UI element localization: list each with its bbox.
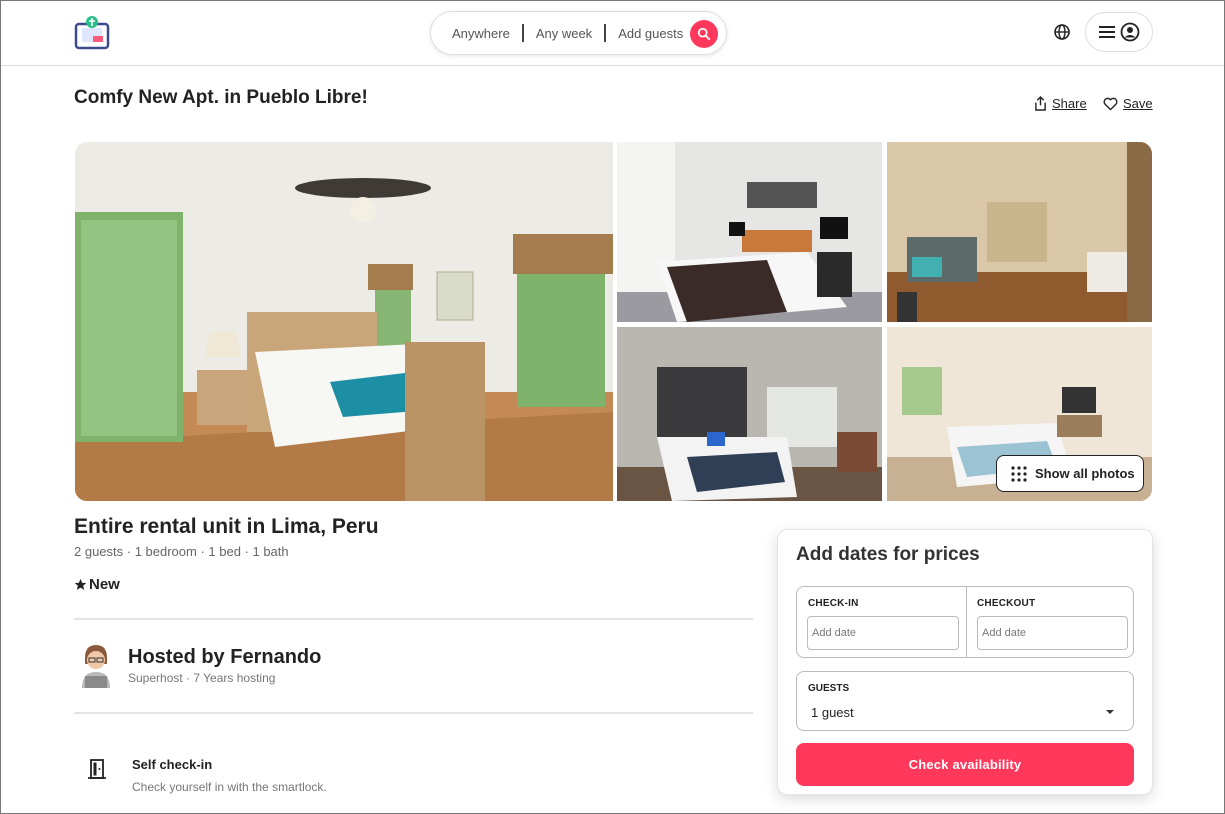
heart-icon xyxy=(1103,97,1118,110)
door-icon xyxy=(87,758,107,780)
search-add-guests[interactable]: Add guests xyxy=(618,26,683,41)
photo-living-area[interactable] xyxy=(887,142,1152,322)
rating-label: New xyxy=(89,576,120,593)
checkout-date-input[interactable] xyxy=(977,616,1128,650)
search-icon xyxy=(697,27,711,41)
guests-value: 1 guest xyxy=(811,705,854,720)
booking-card: Add dates for prices CHECK-IN CHECKOUT G… xyxy=(777,529,1153,795)
user-menu-button[interactable] xyxy=(1085,12,1153,52)
save-label: Save xyxy=(1123,96,1153,111)
search-any-week[interactable]: Any week xyxy=(536,26,592,41)
search-anywhere[interactable]: Anywhere xyxy=(452,26,510,41)
share-label: Share xyxy=(1052,96,1087,111)
search-bar[interactable]: Anywhere Any week Add guests xyxy=(430,11,727,55)
section-divider xyxy=(74,712,753,714)
main-photo-bedroom[interactable] xyxy=(75,142,613,501)
feature-title: Self check-in xyxy=(132,757,213,772)
checkin-label: CHECK-IN xyxy=(808,598,859,609)
photo-bedroom-2[interactable] xyxy=(617,142,882,322)
section-divider xyxy=(74,618,753,620)
hamburger-menu-icon xyxy=(1099,26,1115,38)
globe-icon[interactable] xyxy=(1052,22,1072,42)
search-button[interactable] xyxy=(690,20,718,48)
search-divider xyxy=(521,24,524,42)
search-divider xyxy=(604,24,607,42)
listing-title: Comfy New Apt. in Pueblo Libre! xyxy=(74,87,368,108)
dropdown-caret-icon xyxy=(1106,710,1114,714)
show-all-photos-button[interactable]: Show all photos xyxy=(996,455,1144,492)
date-picker: CHECK-IN CHECKOUT xyxy=(796,586,1134,658)
checkout-label: CHECKOUT xyxy=(977,598,1036,609)
share-button[interactable]: Share xyxy=(1034,96,1087,111)
save-button[interactable]: Save xyxy=(1103,96,1153,111)
photo-hotel-bedroom[interactable] xyxy=(617,327,882,501)
date-divider xyxy=(966,587,967,657)
guests-label: GUESTS xyxy=(808,683,850,694)
host-name: Hosted by Fernando xyxy=(128,646,322,668)
listing-capacity: 2 guests · 1 bedroom · 1 bed · 1 bath xyxy=(74,544,289,559)
show-all-photos-label: Show all photos xyxy=(1035,466,1135,481)
suitcase-logo-icon[interactable] xyxy=(73,14,111,52)
booking-title: Add dates for prices xyxy=(796,544,980,565)
host-subtitle: Superhost · 7 Years hosting xyxy=(128,671,276,685)
rating-badge: New xyxy=(74,576,120,593)
top-navigation: Anywhere Any week Add guests xyxy=(1,1,1224,66)
guests-select[interactable]: GUESTS 1 guest xyxy=(796,671,1134,731)
grid-dots-icon xyxy=(1011,465,1027,482)
host-avatar[interactable] xyxy=(79,642,113,688)
user-circle-icon xyxy=(1120,22,1140,42)
listing-type-heading: Entire rental unit in Lima, Peru xyxy=(74,515,379,538)
check-availability-button[interactable]: Check availability xyxy=(796,743,1134,786)
star-icon xyxy=(74,578,87,590)
share-icon xyxy=(1035,96,1046,111)
checkin-date-input[interactable] xyxy=(807,616,959,650)
feature-subtitle: Check yourself in with the smartlock. xyxy=(132,780,327,794)
